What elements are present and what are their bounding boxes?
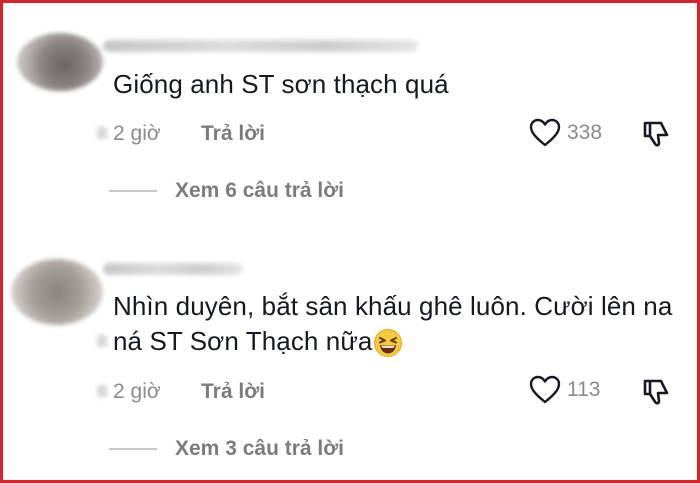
reply-button[interactable]: Trả lời xyxy=(201,122,265,146)
avatar[interactable] xyxy=(17,33,103,91)
username-blurred[interactable] xyxy=(103,263,243,275)
heart-icon xyxy=(529,118,561,147)
avatar[interactable] xyxy=(11,259,103,325)
thumbs-down-icon xyxy=(643,379,669,405)
comment-text: Giống anh ST sơn thạch quá xyxy=(113,69,449,99)
view-replies-label: Xem 6 câu trả lời xyxy=(175,179,345,202)
divider-line xyxy=(109,190,157,192)
blur-smudge xyxy=(97,127,107,139)
reply-button[interactable]: Trả lời xyxy=(201,380,265,404)
dislike-button[interactable] xyxy=(641,119,671,154)
view-replies-label: Xem 3 câu trả lời xyxy=(175,437,345,460)
thumbs-down-icon xyxy=(643,121,669,147)
comment-timestamp: 2 giờ xyxy=(113,122,161,145)
username-blurred[interactable] xyxy=(103,40,418,52)
dislike-button[interactable] xyxy=(641,377,671,412)
view-replies-button[interactable]: Xem 3 câu trả lời xyxy=(109,437,344,461)
like-count: 113 xyxy=(567,378,601,401)
comment-section-frame: Giống anh ST sơn thạch quá 2 giờ Trả lời… xyxy=(0,0,700,483)
blur-smudge xyxy=(97,335,107,347)
grinning-squinting-face-icon xyxy=(374,329,403,358)
like-button[interactable]: 113 xyxy=(529,375,600,405)
comment-text: Nhìn duyên, bắt sân khấu ghê luôn. Cười … xyxy=(113,289,673,359)
heart-icon xyxy=(529,375,561,404)
comment-timestamp: 2 giờ xyxy=(113,380,161,403)
like-count: 338 xyxy=(567,121,603,144)
divider-line xyxy=(109,448,157,450)
view-replies-button[interactable]: Xem 6 câu trả lời xyxy=(109,179,344,203)
like-button[interactable]: 338 xyxy=(529,118,602,148)
blur-smudge xyxy=(97,385,107,397)
